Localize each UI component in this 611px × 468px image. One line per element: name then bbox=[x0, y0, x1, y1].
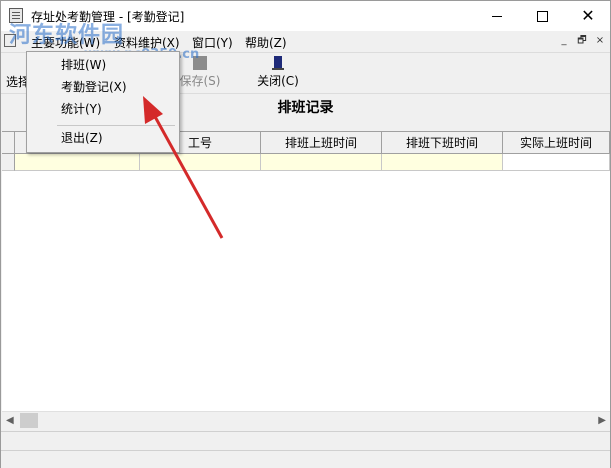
menu-bar: 主要功能(W) 资料维护(X) 窗口(Y) 帮助(Z) _ 🗗 × bbox=[1, 31, 610, 51]
save-button[interactable]: 保存(S) bbox=[176, 53, 224, 93]
exit-door-icon bbox=[271, 56, 285, 70]
scrollbar-thumb[interactable] bbox=[20, 413, 38, 428]
row-header[interactable] bbox=[2, 154, 15, 171]
grid-cell[interactable] bbox=[140, 154, 261, 171]
menu-window[interactable]: 窗口(Y) bbox=[192, 34, 233, 51]
app-window: 存址处考勤管理 - [考勤登记] ✕ 主要功能(W) 资料维护(X) 窗口(Y)… bbox=[0, 0, 611, 468]
save-icon bbox=[193, 56, 207, 70]
status-bar bbox=[1, 431, 610, 450]
grid-corner bbox=[2, 132, 15, 154]
menu-separator bbox=[57, 125, 175, 126]
app-icon bbox=[9, 8, 23, 23]
horizontal-scrollbar[interactable]: ◀ ▶ bbox=[2, 411, 610, 429]
mdi-restore-button[interactable]: 🗗 bbox=[575, 34, 589, 47]
column-header-scheduled-start[interactable]: 排班上班时间 bbox=[261, 132, 382, 154]
window-title: 存址处考勤管理 - [考勤登记] bbox=[31, 10, 185, 24]
grid-cell[interactable] bbox=[382, 154, 503, 171]
menu-item-attendance-register[interactable]: 考勤登记(X) bbox=[28, 76, 178, 98]
menu-item-schedule[interactable]: 排班(W) bbox=[28, 54, 178, 76]
table-row[interactable] bbox=[2, 154, 610, 171]
column-header-scheduled-end[interactable]: 排班下班时间 bbox=[382, 132, 503, 154]
close-icon: ✕ bbox=[581, 6, 595, 25]
minimize-icon bbox=[492, 15, 502, 17]
maximize-icon bbox=[536, 10, 548, 22]
minimize-button[interactable] bbox=[474, 1, 520, 31]
scroll-right-icon[interactable]: ▶ bbox=[598, 415, 606, 426]
title-bar: 存址处考勤管理 - [考勤登记] ✕ bbox=[1, 1, 610, 31]
status-bar-secondary bbox=[1, 450, 610, 468]
column-header-actual-start[interactable]: 实际上班时间 bbox=[503, 132, 610, 154]
mdi-child-icon[interactable] bbox=[4, 34, 16, 47]
menu-help[interactable]: 帮助(Z) bbox=[245, 34, 287, 51]
menu-data-maintenance[interactable]: 资料维护(X) bbox=[114, 34, 180, 51]
grid-cell[interactable] bbox=[261, 154, 382, 171]
maximize-button[interactable] bbox=[519, 1, 565, 31]
main-functions-dropdown: 排班(W) 考勤登记(X) 统计(Y) 退出(Z) bbox=[26, 51, 180, 153]
menu-item-statistics[interactable]: 统计(Y) bbox=[28, 98, 178, 120]
close-button[interactable]: ✕ bbox=[565, 1, 611, 31]
menu-item-exit[interactable]: 退出(Z) bbox=[28, 127, 178, 149]
grid-cell[interactable] bbox=[15, 154, 140, 171]
grid-cell[interactable] bbox=[503, 154, 610, 171]
close-form-label: 关闭(C) bbox=[257, 74, 299, 88]
mdi-minimize-button[interactable]: _ bbox=[557, 34, 571, 47]
close-form-button[interactable]: 关闭(C) bbox=[254, 53, 302, 93]
save-label: 保存(S) bbox=[179, 74, 221, 88]
mdi-close-button[interactable]: × bbox=[593, 34, 607, 47]
scroll-left-icon[interactable]: ◀ bbox=[6, 415, 14, 426]
schedule-grid[interactable]: 工号 排班上班时间 排班下班时间 实际上班时间 bbox=[2, 131, 610, 412]
menu-main-functions[interactable]: 主要功能(W) bbox=[31, 34, 100, 51]
